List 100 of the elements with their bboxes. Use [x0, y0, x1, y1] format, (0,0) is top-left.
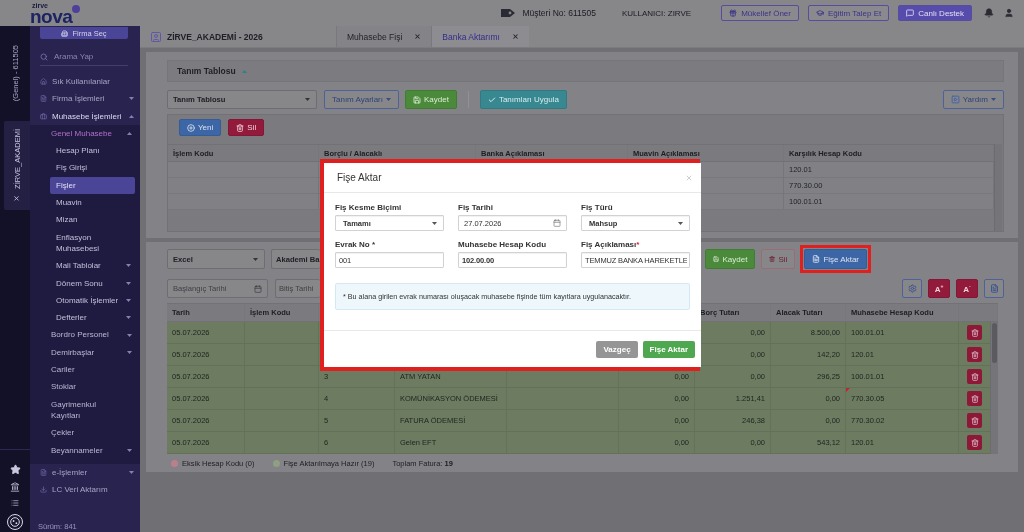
trash-icon — [236, 123, 245, 132]
save-button[interactable]: Kaydet — [705, 249, 756, 269]
sidebar-item[interactable]: Hesap Planı — [50, 142, 135, 160]
save-icon — [713, 255, 720, 263]
sidebar-item[interactable]: Dönem Sonu — [50, 274, 135, 292]
customer-number-text: Müşteri No: 611505 — [522, 8, 596, 18]
sidebar-item[interactable]: Defterler — [50, 309, 135, 327]
field-label: Evrak No * — [335, 240, 377, 250]
sidebar-item[interactable]: Mali Tablolar — [50, 257, 135, 275]
sidebar-item[interactable]: Mizan — [50, 211, 135, 229]
trash-icon — [970, 416, 979, 425]
caret-down-icon — [678, 221, 683, 225]
font-decrease-button[interactable]: A$^{-}$ — [956, 279, 978, 298]
sidebar-item[interactable]: Demirbaşlar — [30, 343, 140, 362]
delete-button[interactable] — [967, 391, 982, 406]
list-icon[interactable] — [11, 499, 19, 507]
delete-button[interactable] — [967, 435, 982, 450]
trash-icon — [970, 328, 979, 337]
trash-icon — [970, 394, 979, 403]
transfer-button[interactable]: Fişe Aktar — [804, 249, 867, 269]
delete-button[interactable] — [967, 325, 982, 340]
sidebar-item[interactable]: Çekler — [30, 424, 140, 442]
delete-button[interactable] — [967, 369, 982, 384]
search-field[interactable]: Arama Yap — [40, 47, 128, 66]
delete-button[interactable]: Sil — [228, 119, 265, 136]
sidebar-item[interactable]: Muavin — [50, 194, 135, 212]
search-icon — [40, 52, 48, 61]
apply-button[interactable]: Tanımları Uygula — [479, 90, 567, 109]
sidebar-item[interactable]: Firma İşlemleri — [30, 90, 140, 108]
close-icon[interactable] — [511, 33, 519, 40]
user-text: KULLANICI: ZIRVE — [621, 8, 692, 18]
close-icon — [684, 173, 693, 182]
star-icon[interactable] — [9, 464, 21, 475]
file-button[interactable] — [984, 279, 1004, 298]
sidebar-item[interactable]: Gayrimenkul Kayıtları — [30, 395, 140, 425]
chat-icon — [906, 9, 915, 17]
scrollbar-thumb[interactable] — [992, 323, 997, 363]
logo-text: nova — [30, 9, 73, 24]
font-increase-button[interactable]: A$^{+}$ — [928, 279, 950, 298]
tag-icon — [501, 8, 517, 18]
user-icon — [150, 30, 162, 43]
caret-down-icon — [386, 98, 391, 101]
sidebar-item[interactable]: Enflasyon Muhasebesi — [50, 228, 135, 258]
tab[interactable]: Banka Aktarımı — [431, 26, 529, 47]
sidebar-item[interactable]: Genel Muhasebe — [30, 124, 140, 143]
bank-icon[interactable] — [10, 482, 20, 492]
caret-down-icon — [253, 257, 258, 261]
field-label: Fiş Tarihi — [458, 203, 494, 213]
document-icon — [812, 255, 821, 263]
sidebar-item[interactable]: Beyannameler — [30, 441, 140, 459]
logo-badge-icon — [72, 5, 81, 13]
delete-button[interactable] — [967, 347, 982, 362]
graduation-cap-icon — [816, 9, 824, 17]
briefcase-icon — [40, 112, 47, 120]
download-icon — [40, 486, 47, 494]
sidebar-item[interactable]: Bordro Personel — [30, 326, 140, 344]
trash-icon — [970, 372, 979, 381]
document-icon — [40, 468, 47, 476]
sidebar-item[interactable]: Cariler — [30, 361, 140, 379]
save-icon — [413, 95, 421, 104]
save-button[interactable]: Kaydet — [405, 90, 457, 109]
home-icon — [40, 78, 47, 86]
user-icon[interactable] — [1004, 8, 1014, 18]
document-icon — [40, 95, 47, 103]
sidebar-item[interactable]: Otomatik İşlemler — [50, 291, 135, 310]
caret-down-icon — [432, 221, 437, 225]
caret-down-icon — [991, 98, 996, 101]
check-icon — [487, 95, 496, 104]
field-label: Fiş Türü — [581, 203, 614, 213]
field-label: Muhasebe Hesap Kodu — [458, 240, 547, 250]
field-label: Fiş Kesme Biçimi — [335, 203, 403, 213]
trash-icon — [970, 350, 979, 359]
header-button[interactable]: Canlı Destek — [898, 5, 972, 21]
dialog-title: Fişe Aktar — [337, 172, 382, 183]
sidebar-item[interactable]: LC Veri Aktarım — [30, 481, 140, 499]
delete-button[interactable] — [967, 413, 982, 428]
cookie-icon[interactable] — [7, 514, 23, 530]
close-icon — [13, 195, 21, 203]
document-icon — [989, 284, 999, 293]
new-button[interactable]: Yeni — [179, 119, 222, 136]
settings-button[interactable] — [902, 279, 922, 298]
trash-icon — [970, 438, 979, 447]
plus-icon — [187, 123, 195, 132]
company-title: ZİRVE_AKADEMİ - 2026 — [167, 31, 263, 42]
calendar-icon — [553, 219, 561, 227]
calendar-icon — [254, 284, 262, 293]
sidebar-item[interactable]: e-İşlemler — [30, 463, 140, 482]
play-icon — [950, 95, 960, 104]
gift-icon — [729, 9, 738, 17]
sidebar-item[interactable]: Stoklar — [30, 378, 140, 396]
sidebar-item[interactable]: Sık Kullanılanlar — [30, 73, 140, 91]
sidebar-item[interactable]: Fişler — [50, 176, 135, 195]
bell-icon[interactable] — [984, 8, 994, 18]
settings-icon — [907, 284, 917, 293]
field-label: Fiş Açıklaması* — [581, 240, 641, 250]
building-icon — [61, 29, 69, 37]
sidebar-item[interactable]: Muhasebe İşlemleri — [30, 107, 140, 125]
panel-title: Tanım Tablosu — [177, 66, 236, 76]
close-icon[interactable] — [414, 33, 422, 40]
sidebar-item[interactable]: Fiş Girişi — [50, 159, 135, 177]
